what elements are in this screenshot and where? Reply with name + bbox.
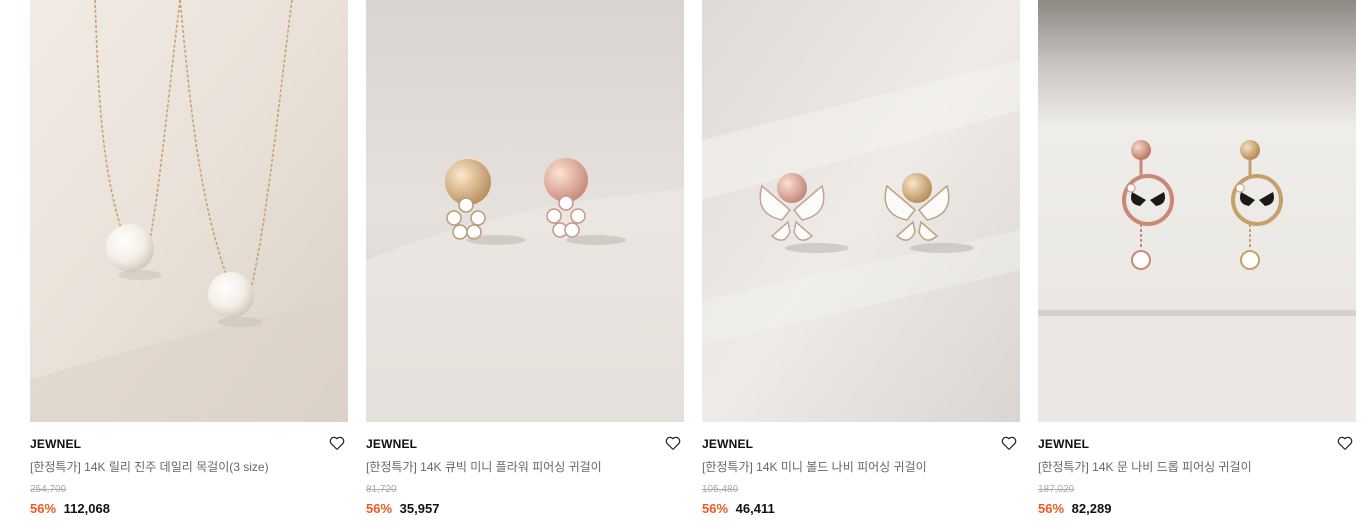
original-price: 254,700 xyxy=(30,484,67,495)
product-image-butterfly-earrings[interactable] xyxy=(702,0,1020,422)
heart-outline-icon[interactable] xyxy=(664,434,682,452)
product-card[interactable]: JEWNEL [한정특가] 14K 미니 볼드 나비 피어싱 귀걸이 105,4… xyxy=(702,0,1020,517)
heart-outline-icon[interactable] xyxy=(1336,434,1354,452)
price-row: 56% 46,411 xyxy=(702,501,1020,517)
brand-name[interactable]: JEWNEL xyxy=(366,436,684,452)
product-name[interactable]: [한정특가] 14K 릴리 진주 데일리 목걸이(3 size) xyxy=(30,459,348,475)
product-name[interactable]: [한정특가] 14K 큐빅 미니 플라워 피어싱 귀걸이 xyxy=(366,459,684,475)
discount-rate: 56% xyxy=(1038,501,1065,516)
discount-rate: 56% xyxy=(366,501,393,516)
price-row: 56% 35,957 xyxy=(366,501,684,517)
product-name[interactable]: [한정특가] 14K 문 나비 드롭 피어싱 귀걸이 xyxy=(1038,459,1356,475)
price-row: 56% 82,289 xyxy=(1038,501,1356,517)
product-card[interactable]: JEWNEL [한정특가] 14K 릴리 진주 데일리 목걸이(3 size) … xyxy=(30,0,348,517)
brand-name[interactable]: JEWNEL xyxy=(702,436,1020,452)
original-price: 81,720 xyxy=(366,484,397,495)
heart-outline-icon[interactable] xyxy=(1000,434,1018,452)
product-name[interactable]: [한정특가] 14K 미니 볼드 나비 피어싱 귀걸이 xyxy=(702,459,1020,475)
product-card[interactable]: JEWNEL [한정특가] 14K 큐빅 미니 플라워 피어싱 귀걸이 81,7… xyxy=(366,0,684,517)
heart-outline-icon[interactable] xyxy=(328,434,346,452)
brand-name[interactable]: JEWNEL xyxy=(1038,436,1356,452)
discount-rate: 56% xyxy=(702,501,729,516)
price-row: 56% 112,068 xyxy=(30,501,348,517)
sale-price: 82,289 xyxy=(1071,501,1112,516)
sale-price: 112,068 xyxy=(63,501,110,516)
original-price: 105,480 xyxy=(702,484,739,495)
product-grid: JEWNEL [한정특가] 14K 릴리 진주 데일리 목걸이(3 size) … xyxy=(30,0,1356,517)
original-price: 187,020 xyxy=(1038,484,1075,495)
product-card[interactable]: JEWNEL [한정특가] 14K 문 나비 드롭 피어싱 귀걸이 187,02… xyxy=(1038,0,1356,517)
discount-rate: 56% xyxy=(30,501,57,516)
sale-price: 46,411 xyxy=(735,501,775,516)
brand-name[interactable]: JEWNEL xyxy=(30,436,348,452)
product-image-moon-butterfly-drop-earrings[interactable] xyxy=(1038,0,1356,422)
product-image-flower-earrings[interactable] xyxy=(366,0,684,422)
product-image-pearl-necklace[interactable] xyxy=(30,0,348,422)
sale-price: 35,957 xyxy=(399,501,440,516)
